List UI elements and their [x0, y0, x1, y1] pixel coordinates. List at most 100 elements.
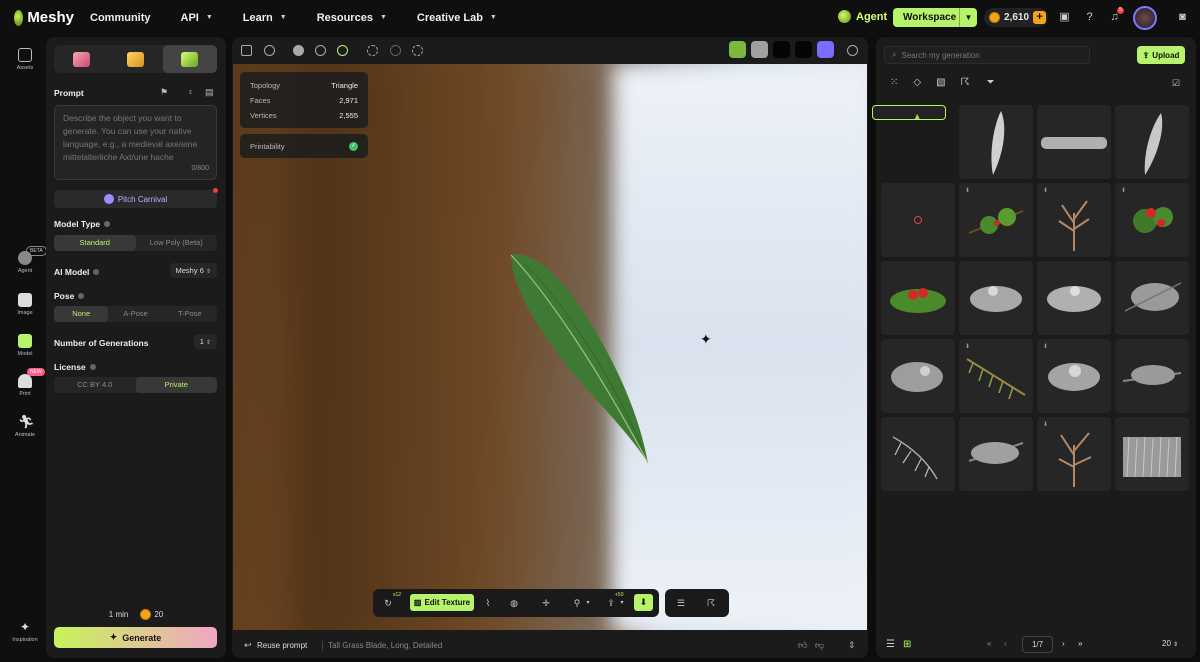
generation-thumbnail[interactable]	[959, 261, 1033, 335]
filter-funnel-icon[interactable]: ⏷	[987, 77, 995, 88]
transform-icon[interactable]: ✛	[541, 598, 551, 608]
bg-swatch-gray[interactable]	[751, 41, 768, 58]
logo[interactable]: Meshy	[14, 9, 74, 26]
generation-thumbnail[interactable]	[1115, 261, 1189, 335]
discord-icon[interactable]: ◙	[1176, 11, 1189, 24]
pose-none[interactable]: None	[54, 306, 109, 322]
wireframe-icon[interactable]	[390, 45, 401, 56]
next-page-icon[interactable]: ›	[1062, 639, 1065, 648]
generation-thumbnail[interactable]	[959, 105, 1033, 179]
filter-model-icon[interactable]: ◇	[913, 77, 921, 88]
generation-thumbnail[interactable]: ⬇	[959, 339, 1033, 413]
thumbs-down-icon[interactable]: 👎︎	[815, 640, 824, 651]
generation-thumbnail[interactable]: ⬇	[1115, 183, 1189, 257]
ai-model-select[interactable]: Meshy 6 ⇕	[169, 263, 217, 278]
generation-thumbnail[interactable]: ⬇	[1037, 417, 1111, 491]
generate-button[interactable]: ✦ Generate	[54, 627, 217, 648]
rail-animate[interactable]: 🏃︎ Animate	[0, 415, 50, 439]
rail-image[interactable]: Image	[0, 293, 50, 316]
download-button[interactable]: ⬇	[634, 594, 653, 611]
upload-button[interactable]: ⇪ Upload	[1137, 46, 1185, 64]
nav-creative-lab[interactable]: Creative Lab ▼	[417, 12, 497, 24]
generation-thumbnail[interactable]	[1037, 261, 1111, 335]
filter-all-icon[interactable]: ⁙	[890, 77, 898, 88]
generation-thumbnail[interactable]: ⬇	[1037, 183, 1111, 257]
workspace-button[interactable]: Workspace ▼	[893, 8, 977, 27]
generation-thumbnail[interactable]	[959, 417, 1033, 491]
generation-thumbnail[interactable]	[1115, 105, 1189, 179]
generation-thumbnail[interactable]	[1115, 417, 1189, 491]
retry-icon[interactable]: ↻	[383, 598, 393, 608]
generation-thumbnail[interactable]	[881, 183, 955, 257]
texture-icon[interactable]: ◍	[509, 598, 519, 608]
prompt-input[interactable]: Describe the object you want to generate…	[54, 105, 217, 180]
generation-thumbnail[interactable]: ⬇	[959, 183, 1033, 257]
save-icon[interactable]: ▤	[205, 87, 214, 98]
solid-shading-icon[interactable]	[293, 45, 304, 56]
bg-swatch-black-2[interactable]	[795, 41, 812, 58]
bulb-icon[interactable]: ♀	[187, 87, 194, 97]
bg-swatch-green[interactable]	[729, 41, 746, 58]
chevron-down-icon[interactable]: ▼	[959, 8, 977, 27]
edit-texture-button[interactable]: ▨ Edit Texture	[410, 594, 474, 611]
agent-button[interactable]: Agent	[838, 10, 887, 23]
chevron-down-icon[interactable]: ▾	[583, 598, 593, 608]
reuse-prompt-button[interactable]: Reuse prompt	[257, 641, 307, 650]
num-generations-select[interactable]: 1 ⇕	[193, 334, 217, 349]
3d-viewport[interactable]: ✦ Topology Triangle Faces 2,971 Vertices 2,…	[233, 64, 867, 630]
generation-thumbnail[interactable]: ⬇	[1037, 339, 1111, 413]
pitch-carnival-button[interactable]: Pitch Carnival	[54, 190, 217, 208]
select-mode-icon[interactable]: ☑	[1172, 78, 1180, 89]
page-size-select[interactable]: 20 ⇕	[1162, 639, 1178, 648]
tab-model[interactable]	[162, 45, 217, 73]
generation-thumbnail[interactable]	[872, 105, 946, 120]
expand-icon[interactable]: ⇕	[848, 640, 856, 651]
search-input[interactable]: ⌕ Search my generation	[884, 46, 1090, 64]
filter-animation-icon[interactable]: ☈	[961, 77, 970, 88]
generation-thumbnail[interactable]	[881, 417, 955, 491]
nav-api[interactable]: API ▼	[181, 12, 213, 24]
prev-page-icon[interactable]: ‹	[1004, 639, 1007, 648]
filter-texture-icon[interactable]: ▧	[936, 77, 945, 88]
pose-t[interactable]: T-Pose	[163, 306, 217, 322]
rail-print[interactable]: NEW Print	[0, 368, 50, 397]
share-icon[interactable]: ⇪	[606, 598, 616, 608]
globe-icon[interactable]	[264, 45, 275, 56]
rig-icon[interactable]: ⚲	[572, 598, 582, 608]
nav-resources[interactable]: Resources ▼	[317, 12, 387, 24]
tab-image-to-3d[interactable]	[108, 45, 162, 73]
texture-shading-icon[interactable]	[337, 45, 348, 56]
rail-model[interactable]: Model	[0, 334, 50, 357]
generation-thumbnail[interactable]	[1115, 339, 1189, 413]
sun-icon[interactable]	[412, 45, 423, 56]
bg-swatch-black[interactable]	[773, 41, 790, 58]
model-type-standard[interactable]: Standard	[54, 235, 136, 251]
list-view-icon[interactable]: ☰	[886, 639, 895, 650]
sliders-icon[interactable]: ☰	[676, 598, 686, 608]
page-indicator[interactable]: 1/7	[1022, 636, 1053, 653]
gift-icon[interactable]: ▣	[1058, 11, 1071, 24]
rail-assets[interactable]: Assets	[0, 48, 50, 71]
grid-view-icon[interactable]: ⊞	[903, 639, 911, 650]
rail-inspiration[interactable]: ✦ Inspiration	[0, 620, 50, 643]
matcap-icon[interactable]	[315, 45, 326, 56]
chevron-down-icon[interactable]: ▾	[617, 598, 627, 608]
model-type-low-poly[interactable]: Low Poly (Beta)	[136, 235, 218, 251]
monitor-icon[interactable]	[241, 45, 252, 56]
help-icon[interactable]: ?	[1083, 11, 1096, 24]
license-private[interactable]: Private	[135, 377, 217, 393]
rail-agent[interactable]: BETA Agent	[0, 246, 50, 274]
thumbs-up-icon[interactable]: 👍︎	[798, 640, 807, 651]
bg-swatch-purple[interactable]	[817, 41, 834, 58]
remesh-icon[interactable]: ⌇	[483, 598, 493, 608]
license-cc-by[interactable]: CC BY 4.0	[54, 377, 136, 393]
last-page-icon[interactable]: »	[1078, 639, 1082, 648]
credits-badge[interactable]: 2,610 +	[984, 8, 1048, 27]
generation-thumbnail[interactable]	[1037, 105, 1111, 179]
nav-learn[interactable]: Learn ▼	[243, 12, 287, 24]
flag-icon[interactable]: ⚑	[160, 87, 168, 98]
pose-a[interactable]: A-Pose	[108, 306, 162, 322]
printability-card[interactable]: Printability ✓	[240, 134, 368, 158]
tab-text-to-3d[interactable]	[54, 45, 108, 73]
generation-thumbnail[interactable]	[881, 261, 955, 335]
